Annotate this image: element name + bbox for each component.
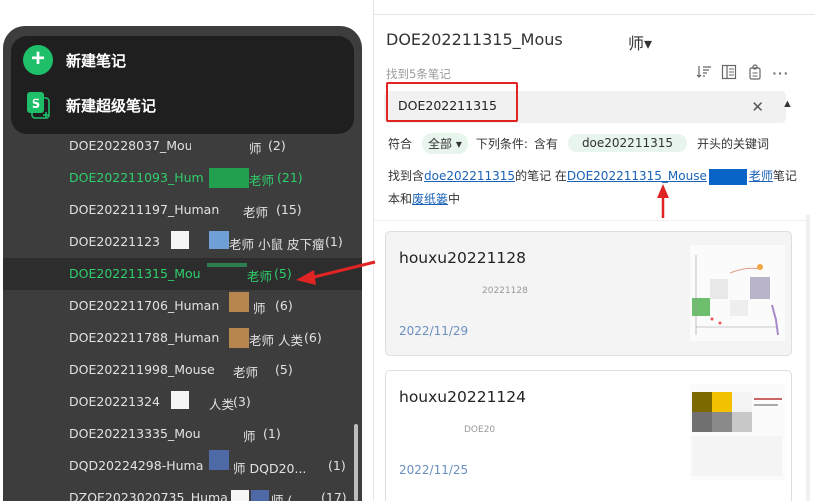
note-title: DOE20228037_Mous xyxy=(69,138,200,153)
note-suffix: 老师 xyxy=(249,173,275,188)
scope-select[interactable]: 全部 ▾ xyxy=(422,132,468,154)
note-card-title: houxu20221124 xyxy=(399,388,527,406)
note-count: (1) xyxy=(325,234,343,249)
note-item[interactable]: DOE202211706_Human 师 (6) xyxy=(3,290,362,322)
note-item[interactable]: DOE202211998_Mouse 老师 (5) xyxy=(3,354,362,386)
found-count: 找到5条笔记 xyxy=(386,67,451,81)
note-list-scrollbar[interactable] xyxy=(806,215,810,501)
divider xyxy=(374,220,806,221)
new-super-note-button[interactable]: S 新建超级笔记 xyxy=(23,89,156,121)
plus-icon: + xyxy=(23,45,53,75)
note-count: (1) xyxy=(328,458,346,473)
note-card-date: 2022/11/25 xyxy=(399,463,469,477)
new-note-button[interactable]: + 新建笔记 xyxy=(23,44,126,76)
note-suffix: 师 DQD20... xyxy=(233,461,307,476)
note-suffix: 师 xyxy=(243,429,256,444)
note-title: DZOE2023020735_Huma xyxy=(69,490,228,501)
note-card[interactable]: houxu20221128 20221128 2022/11/29 xyxy=(385,231,792,356)
note-suffix: 师 xyxy=(249,141,262,156)
close-icon[interactable]: ✕ xyxy=(751,98,764,116)
note-title: DOE20221123 xyxy=(69,234,160,249)
note-item[interactable]: DZOE2023020735_Huma 师 (... (17) xyxy=(3,482,362,501)
note-suffix: 老师 xyxy=(247,269,273,284)
annotation-highlight-box xyxy=(386,82,518,122)
new-super-note-label: 新建超级笔记 xyxy=(66,96,157,115)
note-count: (1) xyxy=(263,426,281,441)
note-suffix: 老师 小鼠 皮下瘤 xyxy=(229,237,325,252)
note-card-title: houxu20221128 xyxy=(399,249,527,267)
filter-suffix: 开头的关键词 xyxy=(697,136,770,151)
note-title: DOE202211706_Human xyxy=(69,298,220,313)
note-count: (17) xyxy=(321,490,347,501)
note-title: DOE202211998_Mouse xyxy=(69,362,215,377)
note-card[interactable]: houxu20221124 DOE20 2022/11/25 xyxy=(385,370,792,501)
note-item[interactable]: DOE202211197_Human 老师 (15) xyxy=(3,194,362,226)
note-count: (3) xyxy=(233,394,251,409)
match-label: 符合 xyxy=(388,136,413,151)
note-item[interactable]: DOE202211093_Hum 老师 (21) xyxy=(3,162,362,194)
more-icon[interactable]: ··· xyxy=(772,64,790,82)
note-title: DOE202211197_Human xyxy=(69,202,220,217)
sidebar: DOE20228037_Mous 师 (2) DOE202211093_Hum … xyxy=(0,0,372,501)
note-card-date: 2022/11/29 xyxy=(399,324,469,338)
note-card-thumbnail xyxy=(690,245,785,341)
note-item[interactable]: DOE20221324 人类 (3) xyxy=(3,386,362,418)
note-suffix: 师 xyxy=(253,301,266,316)
note-suffix: 老师 xyxy=(243,205,269,220)
conditions-label: 下列条件: xyxy=(475,136,528,151)
note-suffix: 师 (... xyxy=(271,493,305,501)
note-item-selected[interactable]: DOE202211315_Mou 老师 (5) xyxy=(3,258,362,290)
notebook-link[interactable]: DOE202211315_Mouse 老师 xyxy=(567,168,773,185)
note-count: (6) xyxy=(304,330,322,345)
note-title: DOE202211788_Human xyxy=(69,330,220,345)
note-title: DOE202213335_Mou xyxy=(69,426,201,441)
note-card-snippet: DOE20 xyxy=(464,425,496,435)
note-title: DOE202211315_Mou xyxy=(69,266,201,281)
note-title: DOE20221324 xyxy=(69,394,160,409)
divider xyxy=(374,14,815,15)
share-icon[interactable] xyxy=(746,64,764,82)
view-toggle-icon[interactable] xyxy=(720,64,738,82)
note-count: (15) xyxy=(276,202,302,217)
note-suffix: 人类 xyxy=(209,397,235,412)
note-title: DQD20224298-Huma xyxy=(69,458,204,473)
notebook-title: DOE202211315_Mous xyxy=(386,30,563,49)
sort-icon[interactable] xyxy=(695,64,713,82)
search-result-summary: 找到含doe202211315的笔记 在DOE202211315_Mouse 老师… xyxy=(388,168,797,206)
note-item[interactable]: DOE202213335_Mou 师 (1) xyxy=(3,418,362,450)
note-count: (2) xyxy=(268,138,286,153)
note-count: (5) xyxy=(274,266,292,281)
search-filter-row: 符合 全部 ▾ 下列条件: 含有 doe202211315 开头的关键词 xyxy=(388,132,770,154)
note-item[interactable]: DOE202211788_Human 老师 人类 (6) xyxy=(3,322,362,354)
note-title: DOE202211093_Hum xyxy=(69,170,204,185)
note-suffix: 老师 人类 xyxy=(249,333,303,348)
chevron-up-icon[interactable]: ▲ xyxy=(782,98,793,110)
keyword-link[interactable]: doe202211315 xyxy=(424,169,515,183)
notebook-menu-toggle[interactable]: 师▾ xyxy=(628,30,652,54)
trash-link[interactable]: 废纸篓 xyxy=(412,192,448,206)
note-item[interactable]: DQD20224298-Huma 师 DQD20... (1) xyxy=(3,450,362,482)
note-card-snippet: 20221128 xyxy=(482,286,528,296)
note-item[interactable]: DOE20221123 老师 小鼠 皮下瘤 (1) xyxy=(3,226,362,258)
sidebar-scrollbar[interactable] xyxy=(354,424,358,501)
note-item[interactable]: DOE20228037_Mous 师 (2) xyxy=(3,130,362,162)
new-note-label: 新建笔记 xyxy=(66,51,127,70)
note-count: (21) xyxy=(277,170,303,185)
super-note-icon: S xyxy=(23,90,53,120)
note-card-thumbnail xyxy=(690,384,785,480)
note-suffix: 老师 xyxy=(233,365,259,380)
keyword-chip[interactable]: doe202211315 xyxy=(567,134,687,152)
note-count: (6) xyxy=(275,298,293,313)
note-count: (5) xyxy=(275,362,293,377)
new-note-menu: + 新建笔记 S 新建超级笔记 xyxy=(11,36,354,134)
note-list-panel: DOE202211315_Mous 师▾ 找到5条笔记 ··· ✕ ▲ 符合 全… xyxy=(373,0,815,501)
contains-label: 含有 xyxy=(533,136,558,151)
